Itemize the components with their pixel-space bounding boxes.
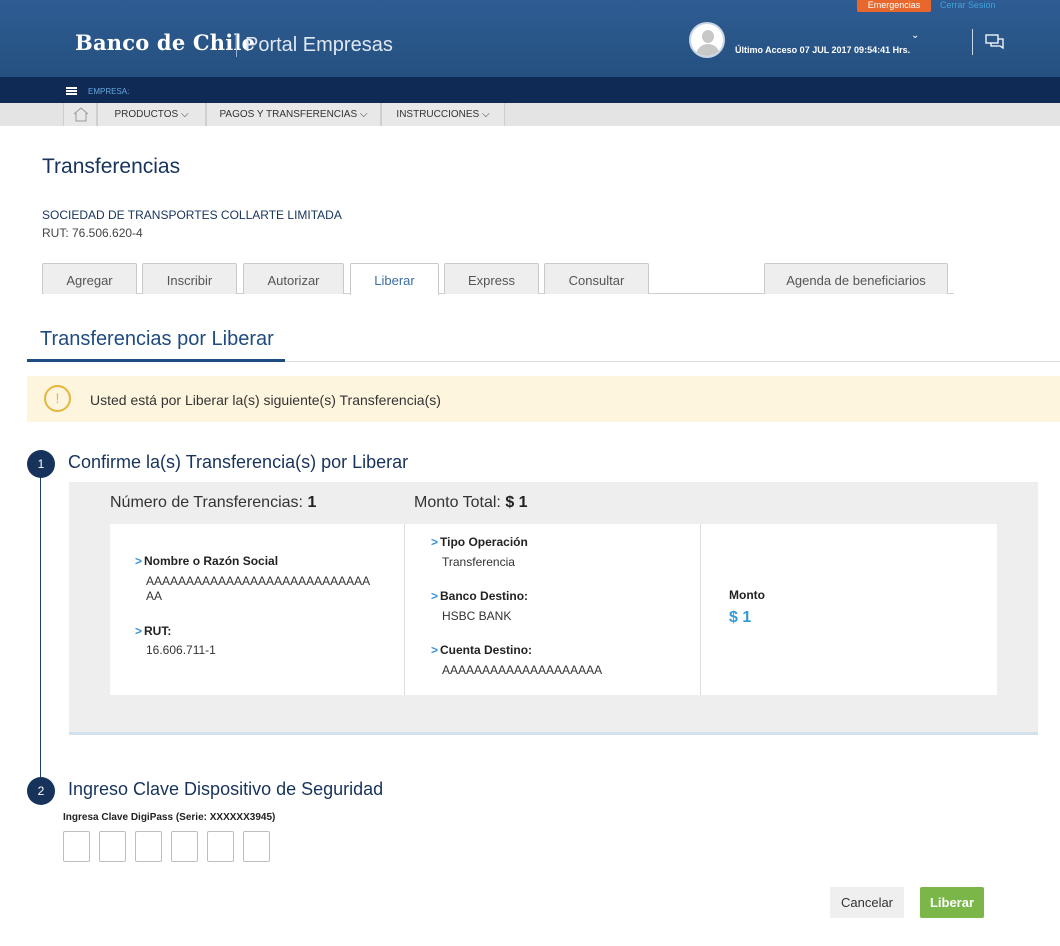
bank-logo[interactable]: Banco de Chile <box>75 30 255 55</box>
last-access-text: Último Acceso 07 JUL 2017 09:54:41 Hrs. <box>735 45 911 55</box>
nombre-value-line2: AA <box>146 589 163 603</box>
tab-consultar[interactable]: Consultar <box>544 263 649 294</box>
tab-agenda-beneficiarios[interactable]: Agenda de beneficiarios <box>764 263 948 294</box>
tipo-operacion-label-text: Tipo Operación <box>440 535 528 549</box>
digipass-digit-3[interactable] <box>135 831 162 862</box>
column-divider <box>700 524 701 695</box>
warning-icon: ! <box>44 385 71 412</box>
empresa-label[interactable]: EMPRESA: <box>88 87 129 96</box>
step-2-badge: 2 <box>27 777 55 805</box>
chevron-right-icon: > <box>431 643 439 657</box>
digipass-digit-1[interactable] <box>63 831 90 862</box>
digipass-digit-5[interactable] <box>207 831 234 862</box>
chevron-right-icon: > <box>135 554 143 568</box>
tab-agregar[interactable]: Agregar <box>42 263 137 294</box>
warning-text: Usted está por Liberar la(s) siguiente(s… <box>90 392 441 408</box>
num-transfers: Número de Transferencias: 1 <box>110 494 316 512</box>
num-transfers-value: 1 <box>307 494 317 511</box>
banco-destino-label: > Banco Destino: <box>431 589 528 603</box>
cuenta-destino-label-text: Cuenta Destino: <box>440 643 533 657</box>
header-divider <box>972 29 973 55</box>
rut-label: > RUT: <box>135 624 171 638</box>
confirm-panel-border <box>69 732 1038 735</box>
monto-total-label: Monto Total: <box>414 494 501 511</box>
menu-icon[interactable] <box>66 87 77 95</box>
chevron-right-icon: > <box>431 589 439 603</box>
monto-label: Monto <box>729 588 765 602</box>
tab-inscribir[interactable]: Inscribir <box>142 263 237 294</box>
tab-autorizar[interactable]: Autorizar <box>243 263 344 294</box>
logout-link[interactable]: Cerrar Sesión <box>940 0 996 10</box>
page-title: Transferencias <box>42 155 181 178</box>
liberar-button[interactable]: Liberar <box>920 887 984 918</box>
nav-instrucciones[interactable]: INSTRUCCIONES ⌵ <box>381 103 505 126</box>
home-icon[interactable] <box>63 103 97 126</box>
chevron-down-icon[interactable]: ⌄ <box>911 30 919 41</box>
section-divider <box>285 361 1060 362</box>
monto-total-value: $ 1 <box>505 494 528 511</box>
cuenta-destino-label: > Cuenta Destino: <box>431 643 532 657</box>
step-1-title: Confirme la(s) Transferencia(s) por Libe… <box>68 452 409 472</box>
chevron-right-icon: > <box>431 535 439 549</box>
tipo-operacion-value: Transferencia <box>442 555 515 569</box>
nav-pagos-transferencias[interactable]: PAGOS Y TRANSFERENCIAS ⌵ <box>206 103 381 126</box>
monto-total: Monto Total: $ 1 <box>414 494 528 512</box>
step-connector <box>40 470 41 790</box>
brand-divider <box>236 33 237 57</box>
column-divider <box>404 524 405 695</box>
digipass-digit-4[interactable] <box>171 831 198 862</box>
emergencias-button[interactable]: Emergencias <box>857 0 931 12</box>
banco-destino-label-text: Banco Destino: <box>440 589 529 603</box>
empresa-bar <box>0 77 1060 103</box>
step-1-badge: 1 <box>27 450 55 478</box>
company-rut: RUT: 76.506.620-4 <box>42 226 143 240</box>
nombre-label-text: Nombre o Razón Social <box>144 554 279 568</box>
rut-value: 16.606.711-1 <box>146 643 216 657</box>
digipass-digit-2[interactable] <box>99 831 126 862</box>
company-name: SOCIEDAD DE TRANSPORTES COLLARTE LIMITAD… <box>42 208 342 222</box>
rut-label-text: RUT: <box>144 624 172 638</box>
digipass-label: Ingresa Clave DigiPass (Serie: XXXXXX394… <box>63 812 276 823</box>
cancel-button[interactable]: Cancelar <box>830 887 904 918</box>
section-title: Transferencias por Liberar <box>40 328 274 350</box>
step-2-title: Ingreso Clave Dispositivo de Seguridad <box>68 779 384 799</box>
avatar-body-icon <box>696 44 720 56</box>
tab-liberar[interactable]: Liberar <box>350 263 439 295</box>
tab-express[interactable]: Express <box>444 263 539 294</box>
tipo-operacion-label: > Tipo Operación <box>431 535 528 549</box>
home-glyph-icon <box>73 107 89 122</box>
cuenta-destino-value: AAAAAAAAAAAAAAAAAAAA <box>442 663 603 677</box>
monto-value: $ 1 <box>729 609 752 626</box>
num-transfers-label: Número de Transferencias: <box>110 494 303 511</box>
banco-destino-value: HSBC BANK <box>442 609 512 623</box>
section-underline <box>27 359 285 362</box>
avatar-head-icon <box>702 30 714 43</box>
nombre-value-line1: AAAAAAAAAAAAAAAAAAAAAAAAAAAA <box>146 574 371 588</box>
nombre-label: > Nombre o Razón Social <box>135 554 278 568</box>
portal-title: Portal Empresas <box>245 34 393 56</box>
nav-productos[interactable]: PRODUCTOS ⌵ <box>97 103 206 126</box>
chevron-right-icon: > <box>135 624 143 638</box>
user-avatar[interactable] <box>689 22 725 58</box>
chat-icon[interactable] <box>985 34 1005 50</box>
digipass-digit-6[interactable] <box>243 831 270 862</box>
